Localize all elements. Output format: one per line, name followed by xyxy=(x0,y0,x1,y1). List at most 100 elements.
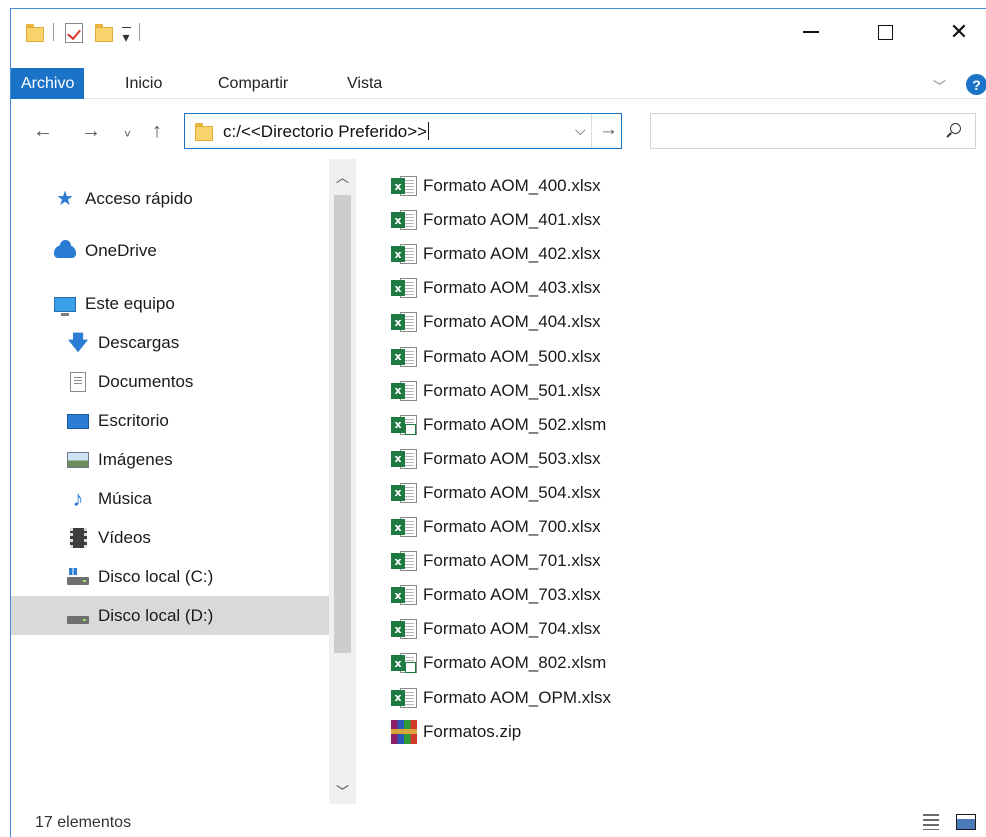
nav-item-label: Este equipo xyxy=(85,294,175,313)
address-history-chevron-icon[interactable]: ⌵ xyxy=(575,122,586,139)
file-name: Formato AOM_500.xlsx xyxy=(423,346,601,366)
recent-locations-chevron-icon[interactable]: ˅ xyxy=(124,124,131,144)
back-arrow-icon[interactable]: ← xyxy=(33,121,53,141)
videos-icon xyxy=(66,527,90,549)
go-arrow-icon[interactable]: → xyxy=(599,119,618,141)
properties-icon[interactable] xyxy=(65,23,83,43)
file-item[interactable]: x Formato AOM_500.xlsx xyxy=(391,342,601,372)
nav-item-music[interactable]: ♪ Música xyxy=(66,481,152,517)
text-caret xyxy=(428,122,430,140)
file-item[interactable]: x Formato AOM_400.xlsx xyxy=(391,171,601,201)
scrollbar-thumb[interactable] xyxy=(334,195,351,653)
excel-file-icon: x xyxy=(391,243,419,265)
address-value: c:/<<Directorio Preferido>> xyxy=(223,122,428,141)
details-view-icon[interactable] xyxy=(923,814,939,830)
download-icon: 🡇 xyxy=(67,332,89,354)
excel-macro-file-icon: x xyxy=(391,414,419,436)
file-name: Formato AOM_403.xlsx xyxy=(423,278,601,298)
quick-access-separator xyxy=(53,23,54,41)
excel-macro-file-icon: x xyxy=(391,652,419,674)
nav-item-documents[interactable]: Documentos xyxy=(66,364,193,400)
music-icon: ♪ xyxy=(72,486,84,511)
close-button[interactable]: ✕ xyxy=(936,15,982,49)
file-name: Formato AOM_502.xlsm xyxy=(423,414,607,434)
address-row: ← → ˅ ↑ c:/<<Directorio Preferido>> ⌵ → xyxy=(11,109,986,155)
file-name: Formato AOM_402.xlsx xyxy=(423,244,601,264)
nav-item-pictures[interactable]: Imágenes xyxy=(66,442,173,478)
nav-item-label: Vídeos xyxy=(98,528,151,547)
nav-item-desktop[interactable]: Escritorio xyxy=(66,403,169,439)
nav-item-onedrive[interactable]: OneDrive xyxy=(53,233,157,269)
file-item[interactable]: x Formato AOM_OPM.xlsx xyxy=(391,683,611,713)
address-input[interactable]: c:/<<Directorio Preferido>> xyxy=(223,122,430,142)
excel-file-icon: x xyxy=(391,209,419,231)
nav-item-drive-c[interactable]: Disco local (C:) xyxy=(66,559,213,595)
excel-file-icon: x xyxy=(391,311,419,333)
nav-item-quick-access[interactable]: ★ Acceso rápido xyxy=(53,181,193,217)
file-item[interactable]: x Formato AOM_401.xlsx xyxy=(391,205,601,235)
excel-file-icon: x xyxy=(391,482,419,504)
desktop-icon xyxy=(66,410,90,432)
file-item[interactable]: x Formato AOM_703.xlsx xyxy=(391,580,601,610)
maximize-button[interactable] xyxy=(862,15,908,49)
drive-c-icon xyxy=(66,566,90,588)
file-item[interactable]: x Formato AOM_501.xlsx xyxy=(391,376,601,406)
new-folder-icon[interactable] xyxy=(94,23,114,43)
file-explorer-window: ▾ ✕ Archivo Inicio Compartir Vista ﹀ ? ←… xyxy=(10,8,986,837)
tab-compartir[interactable]: Compartir xyxy=(218,68,288,99)
nav-item-label: Imágenes xyxy=(98,450,173,469)
expand-ribbon-chevron-icon[interactable]: ﹀ xyxy=(933,76,946,95)
file-item[interactable]: x Formato AOM_504.xlsx xyxy=(391,478,601,508)
forward-arrow-icon[interactable]: → xyxy=(81,121,101,141)
scroll-down-chevron-icon[interactable]: ﹀ xyxy=(329,781,356,800)
file-item[interactable]: Formatos.zip xyxy=(391,717,521,747)
cloud-icon xyxy=(53,239,77,262)
customize-toolbar-chevron-icon[interactable]: ▾ xyxy=(120,27,132,44)
maximize-icon xyxy=(877,24,893,40)
close-icon: ✕ xyxy=(949,19,969,44)
file-item[interactable]: x Formato AOM_802.xlsm xyxy=(391,648,606,678)
search-icon[interactable] xyxy=(946,123,961,138)
nav-item-videos[interactable]: Vídeos xyxy=(66,520,151,556)
excel-file-icon: x xyxy=(391,687,419,709)
nav-item-this-pc[interactable]: Este equipo xyxy=(53,286,175,322)
file-item[interactable]: x Formato AOM_402.xlsx xyxy=(391,239,601,269)
file-item[interactable]: x Formato AOM_704.xlsx xyxy=(391,614,601,644)
status-bar: 17 elementos xyxy=(11,805,986,837)
nav-item-drive-d[interactable]: Disco local (D:) xyxy=(11,596,329,635)
file-item[interactable]: x Formato AOM_503.xlsx xyxy=(391,444,601,474)
file-name: Formato AOM_OPM.xlsx xyxy=(423,687,611,707)
file-item[interactable]: x Formato AOM_700.xlsx xyxy=(391,512,601,542)
quick-access-separator-end xyxy=(139,23,140,41)
tab-vista[interactable]: Vista xyxy=(347,68,382,99)
file-item[interactable]: x Formato AOM_404.xlsx xyxy=(391,307,601,337)
file-name: Formato AOM_501.xlsx xyxy=(423,380,601,400)
scroll-up-chevron-icon[interactable]: ︿ xyxy=(329,167,356,186)
nav-pane-scrollbar[interactable]: ︿ ﹀ xyxy=(329,159,356,804)
file-name: Formato AOM_404.xlsx xyxy=(423,312,601,332)
ribbon-tabs: Archivo Inicio Compartir Vista ﹀ ? xyxy=(11,68,986,99)
excel-file-icon: x xyxy=(391,380,419,402)
excel-file-icon: x xyxy=(391,550,419,572)
nav-item-label: Descargas xyxy=(98,333,180,352)
excel-file-icon: x xyxy=(391,448,419,470)
up-arrow-icon[interactable]: ↑ xyxy=(152,121,162,141)
computer-icon xyxy=(53,293,77,316)
help-icon[interactable]: ? xyxy=(966,74,986,95)
pictures-icon xyxy=(66,449,90,471)
excel-file-icon: x xyxy=(391,277,419,299)
tab-archivo[interactable]: Archivo xyxy=(11,68,85,99)
tab-inicio[interactable]: Inicio xyxy=(125,68,162,99)
minimize-button[interactable] xyxy=(788,15,834,49)
address-bar[interactable]: c:/<<Directorio Preferido>> ⌵ → xyxy=(184,113,622,149)
nav-item-downloads[interactable]: 🡇 Descargas xyxy=(66,325,180,361)
file-name: Formato AOM_401.xlsx xyxy=(423,210,601,230)
large-icons-view-icon[interactable] xyxy=(956,814,976,830)
search-box[interactable] xyxy=(650,113,976,149)
folder-icon xyxy=(25,23,45,43)
file-item[interactable]: x Formato AOM_403.xlsx xyxy=(391,273,601,303)
file-item[interactable]: x Formato AOM_502.xlsm xyxy=(391,410,606,440)
file-item[interactable]: x Formato AOM_701.xlsx xyxy=(391,546,601,576)
documents-icon xyxy=(66,371,90,393)
excel-file-icon: x xyxy=(391,516,419,538)
